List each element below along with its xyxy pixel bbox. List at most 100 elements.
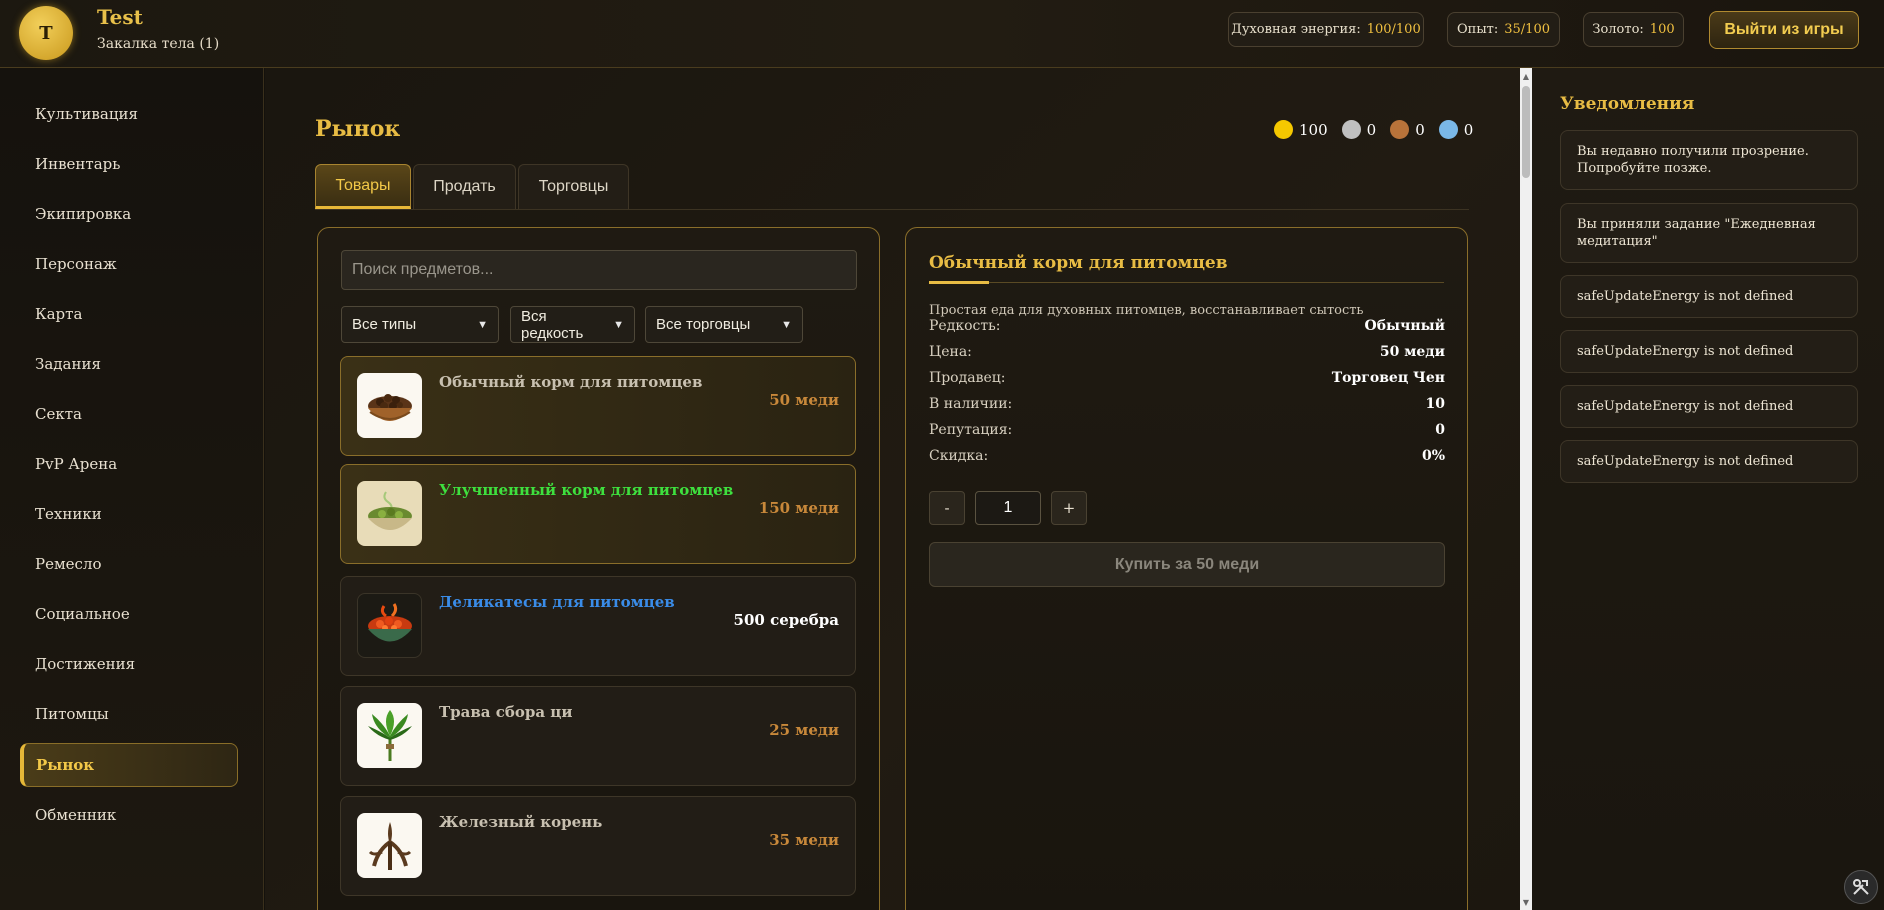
detail-prop-price: Цена: 50 меди xyxy=(929,344,1445,360)
item-name: Железный корень xyxy=(439,813,603,831)
gold-coin-icon xyxy=(1274,120,1293,139)
sidebar-item-sect[interactable]: Секта xyxy=(20,392,238,436)
prop-value: 0 xyxy=(1435,422,1445,438)
detail-prop-reputation: Репутация: 0 xyxy=(929,422,1445,438)
trader-filter-select[interactable]: Все торговцы ▼ xyxy=(645,306,803,343)
prop-key: Продавец: xyxy=(929,370,1006,386)
quantity-input[interactable] xyxy=(975,491,1041,525)
quantity-decrease-button[interactable]: - xyxy=(929,491,965,525)
currency-value: 100 xyxy=(1299,120,1328,139)
scroll-up-icon[interactable]: ▲ xyxy=(1520,70,1532,82)
item-name: Улучшенный корм для питомцев xyxy=(439,481,734,499)
gold-label: Золото: xyxy=(1592,22,1644,37)
energy-value: 100/100 xyxy=(1366,22,1421,37)
detail-prop-stock: В наличии: 10 xyxy=(929,396,1445,412)
prop-value: Обычный xyxy=(1364,318,1445,334)
market-item-card[interactable]: Улучшенный корм для питомцев 150 меди xyxy=(340,464,856,564)
market-item-card[interactable]: Железный корень 35 меди xyxy=(340,796,856,896)
type-filter-select[interactable]: Все типы ▼ xyxy=(341,306,499,343)
detail-description: Простая еда для духовных питомцев, восст… xyxy=(929,303,1364,318)
sidebar: Культивация Инвентарь Экипировка Персона… xyxy=(0,68,264,910)
tab-goods[interactable]: Товары xyxy=(315,164,411,209)
currency-copper: 0 xyxy=(1390,120,1425,139)
currency-gold: 100 xyxy=(1274,120,1328,139)
sidebar-item-map[interactable]: Карта xyxy=(20,292,238,336)
exp-stat: Опыт: 35/100 xyxy=(1447,12,1560,47)
scroll-thumb[interactable] xyxy=(1522,86,1530,178)
currency-balances: 100 0 0 0 xyxy=(1274,120,1473,139)
sidebar-item-pvp-arena[interactable]: PvP Арена xyxy=(20,442,238,486)
energy-stat: Духовная энергия: 100/100 xyxy=(1228,12,1424,47)
prop-value: 10 xyxy=(1425,396,1445,412)
exit-game-button[interactable]: Выйти из игры xyxy=(1709,11,1859,49)
main-scrollbar[interactable]: ▲ ▼ xyxy=(1520,68,1532,910)
scroll-down-icon[interactable]: ▼ xyxy=(1520,896,1532,908)
gold-value: 100 xyxy=(1649,22,1675,37)
detail-prop-rarity: Редкость: Обычный xyxy=(929,318,1445,334)
prop-key: Цена: xyxy=(929,344,972,360)
player-name: Test xyxy=(97,5,143,29)
detail-title: Обычный корм для питомцев xyxy=(929,253,1228,273)
sidebar-item-equipment[interactable]: Экипировка xyxy=(20,192,238,236)
notification-item: safeUpdateEnergy is not defined xyxy=(1560,440,1858,483)
item-detail-panel: Обычный корм для питомцев Простая еда дл… xyxy=(905,227,1468,910)
item-price: 25 меди xyxy=(769,721,839,739)
sidebar-item-cultivation[interactable]: Культивация xyxy=(20,92,238,136)
prop-key: Редкость: xyxy=(929,318,1001,334)
prop-key: Скидка: xyxy=(929,448,989,464)
search-input[interactable] xyxy=(341,250,857,290)
detail-divider xyxy=(929,282,1444,283)
item-list-panel: Все типы ▼ Вся редкость ▼ Все торговцы ▼ xyxy=(317,227,880,910)
item-price: 500 серебра xyxy=(733,611,839,629)
main-content: Рынок 100 0 0 0 Товары Продать Торговцы … xyxy=(265,68,1520,910)
item-name: Деликатесы для питомцев xyxy=(439,593,675,611)
notifications-title: Уведомления xyxy=(1560,94,1695,114)
sidebar-item-crafting[interactable]: Ремесло xyxy=(20,542,238,586)
sidebar-item-social[interactable]: Социальное xyxy=(20,592,238,636)
currency-spirit: 0 xyxy=(1438,120,1473,139)
notification-item: safeUpdateEnergy is not defined xyxy=(1560,275,1858,318)
market-item-card[interactable]: Деликатесы для питомцев 500 серебра xyxy=(340,576,856,676)
exp-value: 35/100 xyxy=(1504,22,1550,37)
notifications-panel: Уведомления Вы недавно получили прозрени… xyxy=(1532,68,1884,910)
copper-coin-icon xyxy=(1390,120,1410,139)
detail-prop-discount: Скидка: 0% xyxy=(929,448,1445,464)
sidebar-item-market[interactable]: Рынок xyxy=(20,743,238,787)
sidebar-item-techniques[interactable]: Техники xyxy=(20,492,238,536)
detail-divider-accent xyxy=(929,281,989,284)
sidebar-item-quests[interactable]: Задания xyxy=(20,342,238,386)
avatar[interactable]: T xyxy=(19,6,73,60)
improved-pet-food-icon xyxy=(357,481,422,546)
prop-value: 0% xyxy=(1421,448,1445,464)
quantity-increase-button[interactable]: + xyxy=(1051,491,1087,525)
type-filter-value: Все типы xyxy=(352,316,417,333)
notification-item: safeUpdateEnergy is not defined xyxy=(1560,385,1858,428)
gold-stat: Золото: 100 xyxy=(1583,12,1684,47)
tools-icon[interactable] xyxy=(1844,870,1878,904)
top-header: T Test Закалка тела (1) Духовная энергия… xyxy=(0,0,1884,68)
currency-value: 0 xyxy=(1415,120,1425,139)
tab-sell[interactable]: Продать xyxy=(413,164,516,209)
market-item-card[interactable]: Трава сбора ци 25 меди xyxy=(340,686,856,786)
chevron-down-icon: ▼ xyxy=(781,318,792,331)
silver-coin-icon xyxy=(1341,120,1361,139)
pet-delicacy-icon xyxy=(357,593,422,658)
prop-key: Репутация: xyxy=(929,422,1013,438)
sidebar-item-pets[interactable]: Питомцы xyxy=(20,692,238,736)
sidebar-item-character[interactable]: Персонаж xyxy=(20,242,238,286)
currency-silver: 0 xyxy=(1341,120,1376,139)
tab-traders[interactable]: Торговцы xyxy=(518,164,629,209)
notification-item: Вы недавно получили прозрение. Попробуйт… xyxy=(1560,130,1858,190)
market-item-card[interactable]: Обычный корм для питомцев 50 меди xyxy=(340,356,856,456)
tabs-divider xyxy=(315,209,1469,210)
sidebar-item-inventory[interactable]: Инвентарь xyxy=(20,142,238,186)
trader-filter-value: Все торговцы xyxy=(656,316,751,333)
prop-value: Торговец Чен xyxy=(1331,370,1445,386)
sidebar-item-achievements[interactable]: Достижения xyxy=(20,642,238,686)
sidebar-item-exchange[interactable]: Обменник xyxy=(20,793,238,837)
buy-button[interactable]: Купить за 50 меди xyxy=(929,542,1445,587)
rarity-filter-select[interactable]: Вся редкость ▼ xyxy=(510,306,635,343)
item-price: 50 меди xyxy=(769,391,839,409)
spirit-stone-icon xyxy=(1438,120,1458,139)
rarity-filter-value: Вся редкость xyxy=(521,307,584,342)
